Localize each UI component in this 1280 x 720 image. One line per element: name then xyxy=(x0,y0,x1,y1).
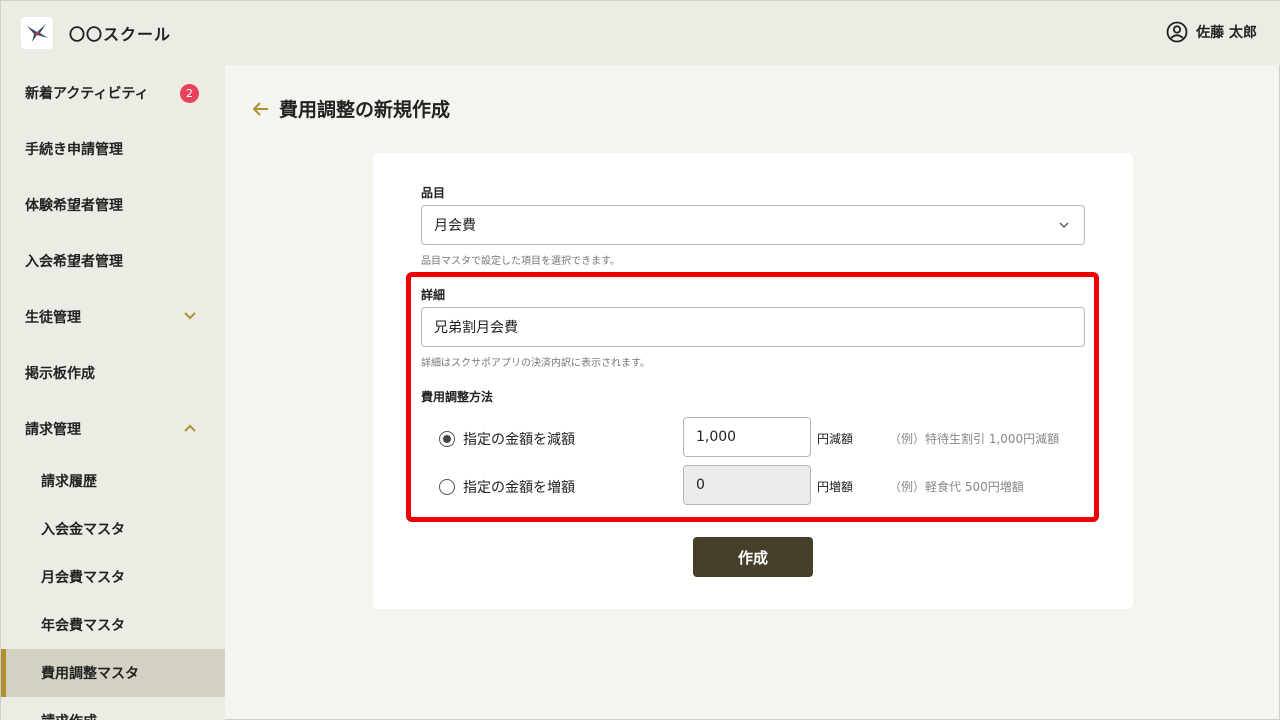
chevron-down-icon xyxy=(1059,222,1069,228)
increase-radio[interactable] xyxy=(439,479,455,495)
increase-option-label: 指定の金額を増額 xyxy=(463,480,575,496)
detail-label: 詳細 xyxy=(421,288,446,302)
sidebar-item-label: 入会希望者管理 xyxy=(25,254,123,270)
sidebar-item-trial-applicants[interactable]: 体験希望者管理 xyxy=(1,177,225,233)
sidebar-nav: 新着アクティビティ 2 手続き申請管理 体験希望者管理 入会希望者管理 生徒管理… xyxy=(1,65,225,720)
sidebar-item-students[interactable]: 生徒管理 xyxy=(1,289,225,345)
item-label: 品目 xyxy=(421,186,446,200)
page-title-row: 費用調整の新規作成 xyxy=(251,95,450,122)
sidebar-item-label: 掲示板作成 xyxy=(25,366,95,382)
chevron-up-icon xyxy=(184,424,196,432)
sidebar-item-label: 手続き申請管理 xyxy=(25,142,123,158)
sidebar-subitem-enrollment-fee-master[interactable]: 入会金マスタ xyxy=(1,505,225,553)
increase-amount-value: 0 xyxy=(696,477,705,493)
sidebar-item-bulletin-board[interactable]: 掲示板作成 xyxy=(1,345,225,401)
sidebar-item-label: 年会費マスタ xyxy=(41,618,125,634)
sidebar-item-label: 体験希望者管理 xyxy=(25,198,123,214)
chevron-down-icon xyxy=(184,312,196,320)
decrease-amount-value: 1,000 xyxy=(696,429,737,445)
sidebar-item-label: 請求履歴 xyxy=(41,474,97,490)
detail-help-text: 詳細はスクサポアプリの決済内訳に表示されます。 xyxy=(421,358,650,369)
detail-input[interactable]: 兄弟割月会費 xyxy=(421,307,1085,347)
main-content: 費用調整の新規作成 品目 月会費 品目マスタで設定した項目を選択できます。 詳細… xyxy=(225,65,1280,720)
create-button[interactable]: 作成 xyxy=(693,537,813,577)
sidebar-item-label: 費用調整マスタ xyxy=(41,666,139,682)
sidebar-subitem-billing-history[interactable]: 請求履歴 xyxy=(1,457,225,505)
increase-unit: 円増額 xyxy=(817,480,854,494)
sidebar-item-label: 新着アクティビティ xyxy=(25,86,149,102)
sidebar-item-label: 請求作成 xyxy=(41,711,97,720)
increase-amount-input[interactable]: 0 xyxy=(683,465,811,505)
sidebar-item-label: 月会費マスタ xyxy=(41,570,125,586)
increase-option[interactable]: 指定の金額を増額 xyxy=(439,477,575,497)
page-title: 費用調整の新規作成 xyxy=(279,99,451,121)
form-card: 品目 月会費 品目マスタで設定した項目を選択できます。 詳細 兄弟割月会費 詳細… xyxy=(373,153,1133,609)
decrease-option-label: 指定の金額を減額 xyxy=(463,432,575,448)
sidebar-item-enrollment-applicants[interactable]: 入会希望者管理 xyxy=(1,233,225,289)
notification-badge: 2 xyxy=(180,84,199,103)
decrease-amount-input[interactable]: 1,000 xyxy=(683,417,811,457)
decrease-unit: 円減額 xyxy=(817,432,854,446)
school-logo[interactable] xyxy=(21,17,53,49)
user-menu[interactable]: 佐藤 太郎 xyxy=(1166,21,1257,43)
sidebar-subitem-monthly-fee-master[interactable]: 月会費マスタ xyxy=(1,553,225,601)
decrease-radio[interactable] xyxy=(439,431,455,447)
detail-input-value: 兄弟割月会費 xyxy=(434,320,518,336)
item-help-text: 品目マスタで設定した項目を選択できます。 xyxy=(421,256,620,267)
top-header: 〇〇スクール 佐藤 太郎 xyxy=(1,1,1280,65)
sidebar-item-new-activity[interactable]: 新着アクティビティ 2 xyxy=(1,65,225,121)
sidebar-item-billing[interactable]: 請求管理 xyxy=(1,401,225,457)
back-arrow-icon[interactable] xyxy=(251,99,271,119)
sidebar-subitem-create-billing[interactable]: 請求作成 xyxy=(1,697,225,720)
decrease-option[interactable]: 指定の金額を減額 xyxy=(439,429,575,449)
sidebar-item-procedure-requests[interactable]: 手続き申請管理 xyxy=(1,121,225,177)
sidebar-subitem-annual-fee-master[interactable]: 年会費マスタ xyxy=(1,601,225,649)
increase-example: （例）軽食代 500円増額 xyxy=(889,480,1024,494)
decrease-example: （例）特待生割引 1,000円減額 xyxy=(889,432,1060,446)
radio-selected-dot xyxy=(443,435,451,443)
user-name: 佐藤 太郎 xyxy=(1196,25,1257,41)
sidebar-item-label: 生徒管理 xyxy=(25,310,81,326)
sidebar-subitem-cost-adjustment-master[interactable]: 費用調整マスタ xyxy=(1,649,225,697)
user-account-icon xyxy=(1166,21,1188,43)
sidebar-item-label: 請求管理 xyxy=(25,422,81,438)
school-name: 〇〇スクール xyxy=(69,25,172,44)
sidebar-item-label: 入会金マスタ xyxy=(41,522,125,538)
bird-logo-icon xyxy=(27,24,48,42)
item-select-value: 月会費 xyxy=(434,218,476,234)
adjustment-method-label: 費用調整方法 xyxy=(421,390,494,404)
item-select[interactable]: 月会費 xyxy=(421,205,1085,245)
